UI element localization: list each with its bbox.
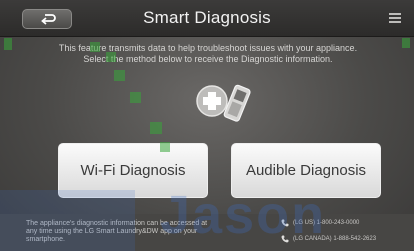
menu-icon[interactable] bbox=[389, 13, 401, 24]
support-phone-canada-text: (LG CANADA) 1-888-542-2623 bbox=[293, 236, 377, 242]
footer: The appliance's diagnostic information c… bbox=[0, 214, 414, 251]
description-line-2: Select the method below to receive the D… bbox=[83, 54, 333, 64]
phone-icon bbox=[281, 235, 289, 243]
footer-note-line-3: smartphone. bbox=[26, 236, 65, 243]
page-title: Smart Diagnosis bbox=[143, 8, 271, 27]
support-phone-us: (LG US) 1-800-243-0000 bbox=[281, 219, 359, 227]
footer-note-line-2: any time using the LG Smart Laundry&DW a… bbox=[26, 228, 198, 235]
smart-diagnosis-screen: Smart Diagnosis This feature transmits d… bbox=[0, 0, 414, 251]
phone-icon bbox=[281, 219, 289, 227]
description-line-1: This feature transmits data to help trou… bbox=[58, 43, 358, 53]
audible-diagnosis-label: Audible Diagnosis bbox=[245, 162, 367, 179]
footer-note: The appliance's diagnostic information c… bbox=[26, 220, 236, 244]
wifi-diagnosis-label: Wi-Fi Diagnosis bbox=[80, 162, 186, 179]
support-phone-canada: (LG CANADA) 1-888-542-2623 bbox=[281, 235, 376, 243]
support-phone-us-text: (LG US) 1-800-243-0000 bbox=[293, 220, 360, 226]
wifi-diagnosis-button[interactable]: Wi-Fi Diagnosis bbox=[58, 143, 208, 198]
header-bar: Smart Diagnosis bbox=[0, 0, 414, 37]
device-medical-cross-icon bbox=[188, 80, 258, 130]
audible-diagnosis-button[interactable]: Audible Diagnosis bbox=[231, 143, 381, 198]
footer-note-line-1: The appliance's diagnostic information c… bbox=[26, 220, 208, 227]
description: This feature transmits data to help trou… bbox=[20, 43, 396, 65]
